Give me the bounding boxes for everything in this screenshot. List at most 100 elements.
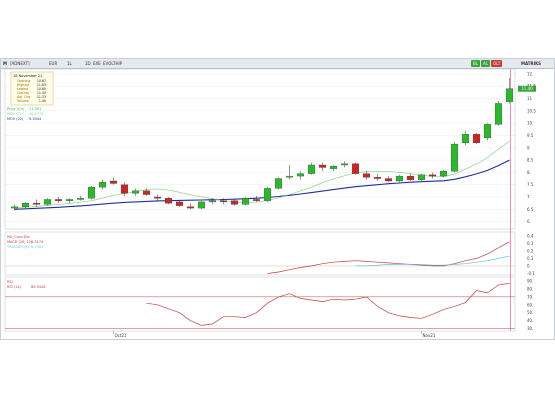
candle-body	[461, 134, 470, 143]
candle-body	[87, 187, 96, 199]
candle-body	[252, 199, 261, 201]
candle-body	[406, 175, 415, 180]
x-tick-label: Oct21	[115, 333, 127, 338]
price-tick-label: 9.5	[527, 133, 534, 138]
rsi-tick-label: 50.	[527, 310, 533, 315]
infobox-value: 1.40	[39, 99, 46, 103]
rsi-tick-label: 70.	[527, 294, 533, 299]
macd-legend-name: MA_Conv.Div.	[7, 235, 30, 239]
rsi-tick-label: 60.	[527, 302, 533, 307]
candle-body	[197, 201, 206, 209]
candle-body	[153, 196, 162, 199]
candle-body	[483, 124, 492, 139]
last-price-label: 11.40	[521, 86, 533, 91]
candle-body	[208, 200, 217, 203]
candle-body	[54, 199, 63, 201]
rsi-tick-label: 90.	[527, 278, 533, 283]
candle-body	[362, 173, 371, 178]
infobox-label: Volume	[17, 99, 29, 103]
price-tick-label: 11	[527, 96, 533, 101]
macd-legend-value: 0.1301	[31, 245, 43, 249]
menu-icon[interactable]: M	[3, 59, 7, 68]
price-tick-label: 7	[527, 195, 530, 200]
candle-body	[142, 190, 151, 195]
candle-body	[32, 203, 41, 205]
price-legend-value: 9.3044	[29, 117, 42, 121]
candle-body	[285, 175, 294, 178]
candle-body	[395, 175, 404, 182]
candle-body	[384, 178, 393, 182]
candle-body	[373, 177, 382, 179]
price-legend-value: 10.1772	[29, 112, 43, 116]
macd-tick-label: -0.1	[527, 271, 535, 276]
candle-body	[494, 103, 503, 125]
macd-tick-label: 0.1	[527, 256, 534, 261]
price-tick-label: 9	[527, 145, 530, 150]
price-tick-label: 8.5	[527, 158, 534, 163]
candle-body	[120, 184, 129, 194]
candle-body	[417, 174, 426, 180]
candle-body	[109, 180, 118, 184]
rsi-legend-name: RSI (14)	[7, 285, 22, 289]
macd-legend-value: 0.3174	[31, 240, 44, 244]
x-tick-label: Nov21	[423, 333, 436, 338]
candle-body	[450, 143, 459, 172]
candle-body	[76, 198, 85, 200]
price-legend-name: Price (Ch)	[7, 107, 25, 111]
candle-body	[274, 178, 283, 189]
brand-label: MATRIKS	[521, 61, 542, 66]
candle-body	[439, 171, 448, 177]
price-pane	[4, 69, 516, 230]
price-tick-label: 10.	[527, 121, 533, 126]
style-selector[interactable]: EVOLTHIP	[103, 59, 122, 68]
period-selector[interactable]: 1D	[85, 59, 91, 68]
candle-body	[472, 134, 481, 143]
candle-body	[241, 198, 250, 205]
price-tick-label: 12.	[527, 71, 533, 76]
rsi-tick-label: 30.	[527, 326, 533, 331]
macd-tick-label: 0.3	[527, 241, 534, 246]
candle-body	[307, 164, 316, 174]
candle-body	[263, 188, 272, 201]
candle-body	[351, 163, 360, 174]
price-tick-label: 10.5	[527, 108, 536, 113]
infobox-title: 18 November 21	[13, 74, 42, 78]
price-legend-name: MOV (7)	[7, 112, 22, 116]
rsi-legend-name: RSI	[7, 280, 13, 284]
candle-body	[21, 203, 30, 207]
macd-legend-name: MACD (26, 12)	[7, 240, 33, 244]
toolbar-button-bl[interactable]: BL	[471, 60, 480, 67]
macd-tick-label: 0.2	[527, 248, 534, 253]
candle-body	[219, 200, 228, 203]
candle-body	[65, 199, 74, 201]
candle-body	[164, 198, 173, 204]
candle-body	[131, 190, 140, 194]
candle-body	[10, 206, 19, 209]
rsi-tick-label: 40.	[527, 318, 533, 323]
toolbar-button-al[interactable]: AL	[481, 60, 490, 67]
macd-legend-name: TRIGGER (9)	[6, 245, 29, 249]
price-legend-name: MOV (22)	[7, 117, 24, 121]
candle-body	[43, 199, 52, 205]
chart-area: 12.11.51110.510.9.598.58.7.576.56.11.401…	[4, 69, 536, 338]
candle-body	[175, 201, 184, 206]
interval-selector[interactable]: 1L	[67, 59, 72, 68]
price-tick-label: 6.5	[527, 207, 534, 212]
chart-window: M [ADNEXT] EUR 1L 1D EXE EVOLTHIP BL AL …	[0, 58, 555, 340]
toolbar-button-olt[interactable]: OLT	[491, 60, 503, 67]
candle-body	[296, 173, 305, 177]
mode-selector[interactable]: EXE	[93, 59, 101, 68]
candle-body	[230, 200, 239, 205]
rsi-pane	[4, 276, 516, 332]
candle-body	[329, 166, 338, 169]
price-tick-label: 8.	[527, 170, 531, 175]
rsi-legend-value: 86.9428	[31, 285, 45, 289]
macd-tick-label: 0.4	[527, 233, 534, 238]
candle-body	[428, 174, 437, 177]
price-legend-value: 11.351	[29, 107, 41, 111]
candle-body	[318, 164, 327, 168]
candle-body	[98, 182, 107, 188]
symbol-selector[interactable]: [ADNEXT]	[10, 59, 30, 68]
rsi-tick-label: 80.	[527, 286, 533, 291]
currency-selector[interactable]: EUR	[49, 59, 57, 68]
